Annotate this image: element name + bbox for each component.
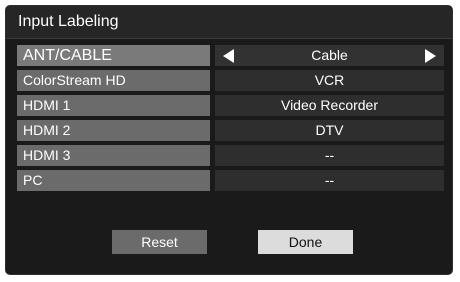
input-label: HDMI 2 (17, 120, 210, 141)
input-row-colorstream-hd[interactable]: ColorStream HD VCR (17, 70, 444, 91)
input-label: PC (17, 170, 210, 191)
input-row-pc[interactable]: PC -- (17, 170, 444, 191)
input-list: ANT/CABLE Cable ColorStream HD VCR HDMI … (17, 45, 444, 195)
input-labeling-dialog: Input Labeling ANT/CABLE Cable ColorStre… (5, 5, 453, 275)
input-row-ant-cable[interactable]: ANT/CABLE Cable (17, 45, 444, 66)
dialog-title: Input Labeling (18, 13, 119, 30)
dialog-title-bar: Input Labeling (6, 6, 452, 39)
input-value[interactable]: VCR (215, 70, 444, 91)
arrow-left-icon[interactable] (223, 49, 234, 63)
reset-button[interactable]: Reset (112, 230, 207, 254)
input-row-hdmi-2[interactable]: HDMI 2 DTV (17, 120, 444, 141)
input-row-hdmi-1[interactable]: HDMI 1 Video Recorder (17, 95, 444, 116)
done-button[interactable]: Done (258, 230, 353, 254)
input-label: HDMI 3 (17, 145, 210, 166)
input-label: ANT/CABLE (17, 45, 210, 66)
input-label: ColorStream HD (17, 70, 210, 91)
input-label: HDMI 1 (17, 95, 210, 116)
input-value[interactable]: Video Recorder (215, 95, 444, 116)
input-value: Cable (311, 47, 348, 63)
input-value[interactable]: -- (215, 170, 444, 191)
input-value[interactable]: DTV (215, 120, 444, 141)
input-value[interactable]: -- (215, 145, 444, 166)
arrow-right-icon[interactable] (425, 49, 436, 63)
input-row-hdmi-3[interactable]: HDMI 3 -- (17, 145, 444, 166)
input-value-selector[interactable]: Cable (215, 45, 444, 66)
